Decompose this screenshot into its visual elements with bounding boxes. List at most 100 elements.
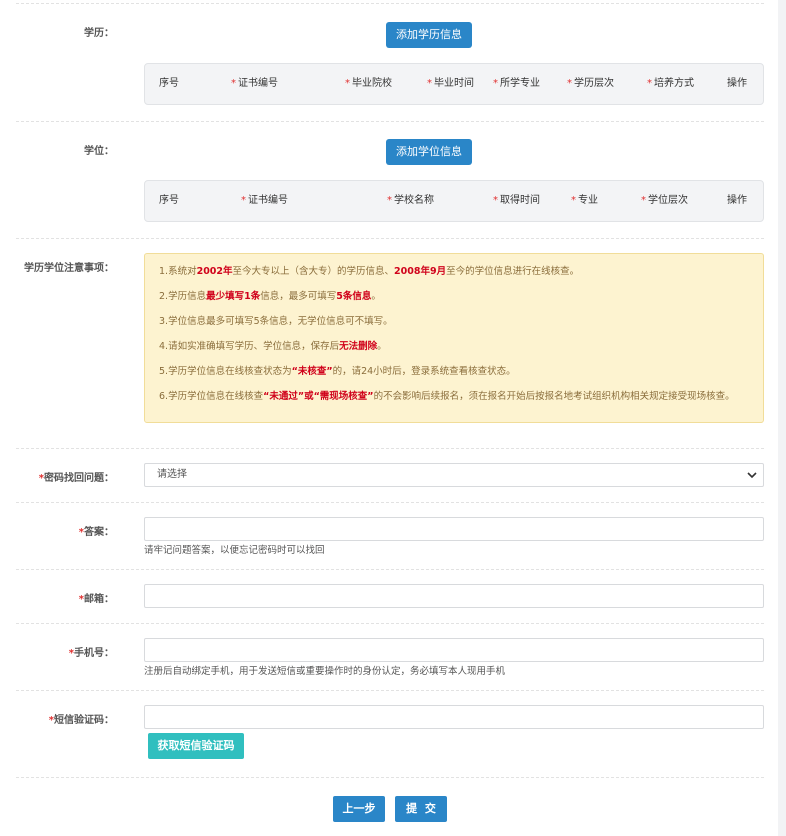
form-panel: 学历： 添加学历信息 序号 * 证书编号 * 毕业院校 * 毕业时间 * 所学专业 * 学历层次 * 培… xyxy=(0,0,778,836)
notice-text: 至今的学位信息进行在线核查。 xyxy=(446,266,580,277)
chevron-down-icon xyxy=(747,472,757,479)
required-star: * xyxy=(493,195,498,206)
notice-highlight: “未核查” xyxy=(291,366,333,377)
column-header-text: 操作 xyxy=(727,78,747,89)
education-label: 学历： xyxy=(84,28,114,39)
divider xyxy=(16,777,764,778)
prev-step-button[interactable]: 上一步 xyxy=(333,796,385,822)
notice-line: 5.学历学位信息在线核查状态为“未核查”的，请24小时后，登录系统查看核查状态。 xyxy=(159,363,516,377)
column-header: * 证书编号 xyxy=(241,181,288,221)
email-label-text: 邮箱： xyxy=(84,594,114,605)
security-question-label-text: 密码找回问题： xyxy=(44,473,114,484)
notice-text: 6.学历学位信息在线核查 xyxy=(159,391,264,402)
required-star: * xyxy=(493,78,498,89)
column-header-text: 所学专业 xyxy=(500,78,540,89)
notice-text: 信息，最多可填写 xyxy=(260,291,337,302)
degree-table-header: 序号 * 证书编号 * 学校名称 * 取得时间 * 专业 * 学位层次 操作 xyxy=(144,180,764,222)
column-header: 序号 xyxy=(159,181,179,221)
notice-highlight: 最少填写1条 xyxy=(206,291,261,302)
column-header-text: 序号 xyxy=(159,78,179,89)
degree-label: 学位： xyxy=(84,146,114,157)
notice-text: 的不会影响后续报名，须在报名开始后按报名地考试组织机构相关规定接受现场核查。 xyxy=(373,391,735,402)
notice-box: 1.系统对2002年至今大专以上（含大专）的学历信息、2008年9月至今的学位信… xyxy=(144,253,764,423)
phone-label-text: 手机号： xyxy=(74,648,114,659)
add-education-button[interactable]: 添加学历信息 xyxy=(386,22,472,48)
column-header-text: 序号 xyxy=(159,195,179,206)
notice-highlight: “未通过”或“需现场核查” xyxy=(263,391,374,402)
column-header-text: 培养方式 xyxy=(654,78,694,89)
required-star: * xyxy=(241,195,246,206)
notice-text: 1.系统对 xyxy=(159,266,197,277)
column-header: * 学位层次 xyxy=(641,181,688,221)
sms-code-input[interactable] xyxy=(144,705,764,729)
notice-line: 4.请如实准确填写学历、学位信息，保存后无法删除。 xyxy=(159,338,387,352)
email-input[interactable] xyxy=(144,584,764,608)
notice-line: 6.学历学位信息在线核查“未通过”或“需现场核查”的不会影响后续报名，须在报名开… xyxy=(159,388,735,402)
required-star: * xyxy=(427,78,432,89)
answer-label-text: 答案： xyxy=(84,527,114,538)
divider xyxy=(16,569,764,570)
column-header-text: 证书编号 xyxy=(238,78,278,89)
phone-input[interactable] xyxy=(144,638,764,662)
column-header: * 所学专业 xyxy=(493,64,540,104)
submit-button[interactable]: 提 交 xyxy=(395,796,447,822)
column-header-text: 专业 xyxy=(578,195,598,206)
email-label: *邮箱： xyxy=(78,594,114,605)
notice-text: 至今大专以上（含大专）的学历信息、 xyxy=(232,266,395,277)
column-header-text: 学校名称 xyxy=(394,195,434,206)
required-star: * xyxy=(231,78,236,89)
column-header-text: 毕业时间 xyxy=(434,78,474,89)
column-header: * 学校名称 xyxy=(387,181,434,221)
column-header-text: 操作 xyxy=(727,195,747,206)
notice-highlight: 5条信息 xyxy=(336,291,372,302)
add-degree-button[interactable]: 添加学位信息 xyxy=(386,139,472,165)
column-header-text: 证书编号 xyxy=(248,195,288,206)
divider xyxy=(16,502,764,503)
notice-line: 3.学位信息最多可填写5条信息，无学位信息可不填写。 xyxy=(159,313,393,327)
divider xyxy=(16,3,764,4)
divider xyxy=(16,238,764,239)
security-question-select[interactable]: 请选择 xyxy=(144,463,764,487)
get-sms-code-button[interactable]: 获取短信验证码 xyxy=(148,733,244,759)
column-header: * 毕业时间 xyxy=(427,64,474,104)
notice-text: 5.学历学位信息在线核查状态为 xyxy=(159,366,292,377)
column-header-text: 学历层次 xyxy=(574,78,614,89)
notice-text: 。 xyxy=(377,341,387,352)
notice-line: 2.学历信息最少填写1条信息，最多可填写5条信息。 xyxy=(159,288,381,302)
divider xyxy=(16,623,764,624)
notice-text: 2.学历信息 xyxy=(159,291,207,302)
required-star: * xyxy=(641,195,646,206)
column-header-text: 取得时间 xyxy=(500,195,540,206)
notice-label: 学历学位注意事项： xyxy=(24,263,114,274)
phone-label: *手机号： xyxy=(68,648,114,659)
column-header: 序号 xyxy=(159,64,179,104)
column-header-text: 学位层次 xyxy=(648,195,688,206)
required-star: * xyxy=(567,78,572,89)
required-star: * xyxy=(387,195,392,206)
column-header: * 培养方式 xyxy=(647,64,694,104)
notice-highlight: 2002年 xyxy=(196,266,233,277)
answer-hint: 请牢记问题答案，以便忘记密码时可以找回 xyxy=(144,545,325,556)
answer-label: *答案： xyxy=(78,527,114,538)
divider xyxy=(16,121,764,122)
column-header: 操作 xyxy=(727,64,747,104)
column-header: * 专业 xyxy=(571,181,598,221)
column-header: * 证书编号 xyxy=(231,64,278,104)
required-star: * xyxy=(647,78,652,89)
notice-highlight: 2008年9月 xyxy=(394,266,447,277)
column-header: * 学历层次 xyxy=(567,64,614,104)
notice-highlight: 无法删除 xyxy=(339,341,378,352)
column-header: * 毕业院校 xyxy=(345,64,392,104)
notice-line: 1.系统对2002年至今大专以上（含大专）的学历信息、2008年9月至今的学位信… xyxy=(159,263,579,277)
sms-label: *短信验证码： xyxy=(48,715,114,726)
column-header-text: 毕业院校 xyxy=(352,78,392,89)
notice-text: 4.请如实准确填写学历、学位信息，保存后 xyxy=(159,341,340,352)
required-star: * xyxy=(571,195,576,206)
answer-input[interactable] xyxy=(144,517,764,541)
column-header: * 取得时间 xyxy=(493,181,540,221)
security-question-selected: 请选择 xyxy=(157,469,187,480)
education-table-header: 序号 * 证书编号 * 毕业院校 * 毕业时间 * 所学专业 * 学历层次 * 培养方式 操作 xyxy=(144,63,764,105)
column-header: 操作 xyxy=(727,181,747,221)
divider xyxy=(16,690,764,691)
phone-hint: 注册后自动绑定手机，用于发送短信或重要操作时的身份认定，务必填写本人现用手机 xyxy=(144,666,506,677)
